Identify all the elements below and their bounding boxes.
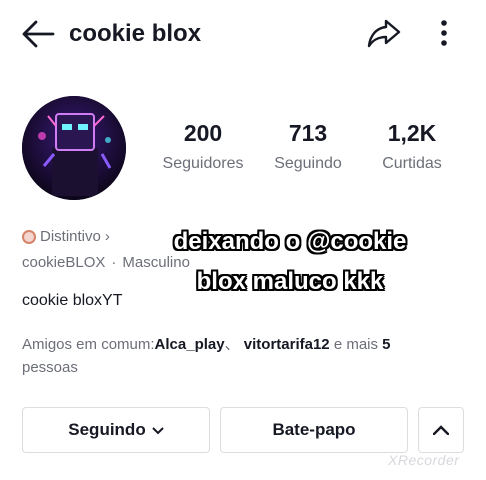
likes-label: Curtidas	[382, 155, 442, 172]
chat-button[interactable]: Bate-papo	[220, 407, 408, 453]
top-bar: cookie blox	[0, 0, 486, 68]
mutual-prefix: Amigos em comum:	[22, 336, 155, 353]
share-icon[interactable]	[366, 16, 402, 50]
mutual-joiner: 、	[224, 336, 240, 353]
likes-stat[interactable]: 1,2K Curtidas	[370, 118, 454, 175]
followers-label: Seguidores	[162, 155, 244, 172]
following-button[interactable]: Seguindo	[22, 407, 210, 453]
mutual-suffix: pessoas	[22, 359, 78, 376]
following-button-label: Seguindo	[68, 420, 146, 439]
chevron-up-icon	[432, 420, 450, 440]
recorder-watermark: XRecorder	[388, 452, 460, 468]
separator: ·	[111, 254, 117, 271]
chevron-down-icon	[152, 423, 164, 438]
badge-link[interactable]: Distintivo ›	[22, 227, 110, 247]
username: cookieBLOX	[22, 254, 106, 271]
avatar[interactable]	[22, 96, 126, 200]
followers-stat[interactable]: 200 Seguidores	[150, 118, 256, 175]
back-arrow-icon[interactable]	[20, 18, 56, 50]
expand-button[interactable]	[418, 407, 464, 453]
badge-label: Distintivo	[40, 228, 101, 245]
mutual-middle: e mais	[329, 336, 383, 353]
followers-count: 200	[183, 120, 223, 146]
caption-overlay-line-1: deixando o @cookie	[173, 228, 407, 255]
bio-text: cookie bloxYT	[22, 292, 123, 309]
chat-button-label: Bate-papo	[272, 420, 356, 439]
following-label: Seguindo	[274, 155, 342, 172]
mutual-friend-2: vitortarifa12	[243, 336, 330, 353]
badge-icon	[22, 230, 36, 244]
likes-count: 1,2K	[387, 120, 437, 146]
mutual-friend-1: Alca_play	[154, 336, 225, 353]
chevron-right-icon: ›	[104, 228, 110, 245]
following-stat[interactable]: 713 Seguindo	[262, 118, 354, 175]
more-options-icon[interactable]	[432, 16, 456, 50]
page-title: cookie blox	[69, 20, 202, 47]
mutual-count: 5	[382, 336, 391, 353]
caption-overlay-line-2: blox maluco kkk	[196, 268, 384, 295]
mutual-friends[interactable]: Amigos em comum:Alca_play、 vitortarifa12…	[22, 333, 442, 379]
following-count: 713	[288, 120, 328, 146]
